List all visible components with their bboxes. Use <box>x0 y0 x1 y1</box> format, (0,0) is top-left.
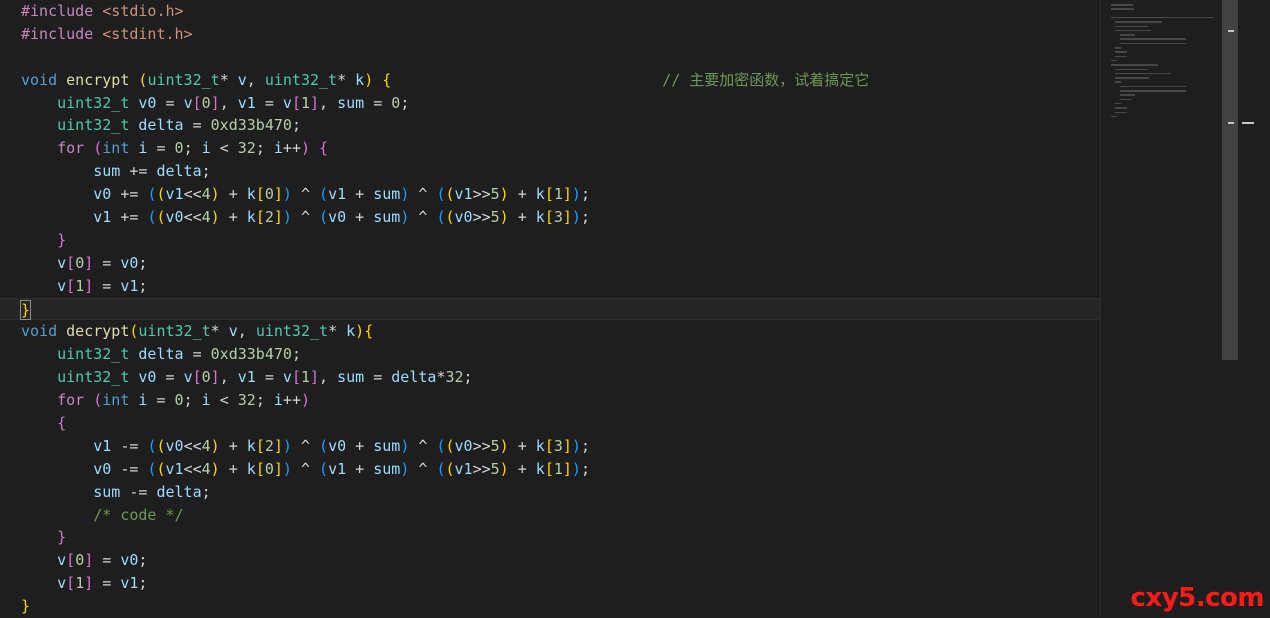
code-line[interactable]: uint32_t v0 = v[0], v1 = v[1], sum = del… <box>0 366 1100 389</box>
minimap-line <box>1111 115 1117 118</box>
minimap-line <box>1119 38 1186 40</box>
minimap-line <box>1119 98 1132 101</box>
code-line[interactable]: /* code */ <box>0 504 1100 527</box>
code-line[interactable]: #include <stdint.h> <box>0 23 1100 46</box>
code-line[interactable]: for (int i = 0; i < 32; i++) { <box>0 137 1100 160</box>
code-line[interactable]: uint32_t delta = 0xd33b470; <box>0 114 1100 137</box>
minimap-line <box>1115 25 1148 28</box>
minimap-line <box>1115 102 1122 105</box>
minimap-line <box>1115 72 1171 75</box>
code-line[interactable]: v[0] = v0; <box>0 549 1100 572</box>
code-line[interactable]: #include <stdio.h> <box>0 0 1100 23</box>
code-line[interactable] <box>0 46 1100 69</box>
code-line[interactable]: v[1] = v1; <box>0 572 1100 595</box>
code-line[interactable]: v1 -= ((v0<<4) + k[2]) ^ (v0 + sum) ^ ((… <box>0 435 1100 458</box>
scrollbar-thumb[interactable] <box>1222 0 1238 360</box>
minimap-line <box>1111 64 1158 66</box>
minimap-line <box>1115 47 1122 49</box>
code-line[interactable]: v1 += ((v0<<4) + k[2]) ^ (v0 + sum) ^ ((… <box>0 206 1100 229</box>
overview-marker <box>1242 122 1254 124</box>
code-line[interactable]: } <box>0 297 1100 321</box>
scrollbar-marker <box>1228 122 1234 124</box>
minimap-line <box>1115 81 1122 83</box>
minimap-line <box>1115 21 1163 23</box>
minimap-line <box>1119 42 1186 45</box>
minimap-line <box>1115 107 1128 109</box>
code-line[interactable]: v0 += ((v1<<4) + k[0]) ^ (v1 + sum) ^ ((… <box>0 183 1100 206</box>
minimap[interactable] <box>1100 0 1222 617</box>
minimap-line <box>1119 34 1136 36</box>
minimap-line <box>1119 85 1186 88</box>
minimap-line <box>1119 90 1186 92</box>
minimap-line <box>1115 68 1148 71</box>
minimap-line <box>1111 16 1215 19</box>
code-line[interactable]: uint32_t delta = 0xd33b470; <box>0 343 1100 366</box>
minimap-line <box>1115 55 1128 58</box>
minimap-line <box>1115 51 1128 53</box>
code-line[interactable]: v0 -= ((v1<<4) + k[0]) ^ (v1 + sum) ^ ((… <box>0 458 1100 481</box>
code-editor[interactable]: #include <stdio.h> #include <stdint.h> vo… <box>0 0 1100 617</box>
vertical-scrollbar[interactable] <box>1222 0 1240 617</box>
code-line[interactable]: v[1] = v1; <box>0 275 1100 298</box>
scrollbar-marker <box>1228 30 1234 32</box>
minimap-line <box>1111 8 1134 10</box>
code-line[interactable]: } <box>0 526 1100 549</box>
code-line[interactable]: v[0] = v0; <box>0 252 1100 275</box>
minimap-line <box>1115 29 1152 32</box>
minimap-line <box>1115 111 1128 114</box>
code-lines[interactable]: #include <stdio.h> #include <stdint.h> vo… <box>0 0 1100 618</box>
code-line[interactable]: for (int i = 0; i < 32; i++) <box>0 389 1100 412</box>
minimap-line <box>1111 4 1133 6</box>
code-line[interactable]: uint32_t v0 = v[0], v1 = v[1], sum = 0; <box>0 92 1100 115</box>
code-line[interactable]: { <box>0 412 1100 435</box>
code-line[interactable]: } <box>0 229 1100 252</box>
code-line[interactable]: sum -= delta; <box>0 481 1100 504</box>
minimap-line <box>1111 59 1117 62</box>
code-line[interactable]: void encrypt (uint32_t* v, uint32_t* k) … <box>0 69 1100 92</box>
minimap-line <box>1119 94 1136 96</box>
code-line[interactable]: sum += delta; <box>0 160 1100 183</box>
minimap-line <box>1115 77 1149 79</box>
watermark: cxy5.com <box>1130 583 1265 613</box>
code-line[interactable]: } <box>0 595 1100 618</box>
overview-ruler <box>1240 0 1270 617</box>
code-line[interactable]: void decrypt(uint32_t* v, uint32_t* k){ <box>0 320 1100 343</box>
